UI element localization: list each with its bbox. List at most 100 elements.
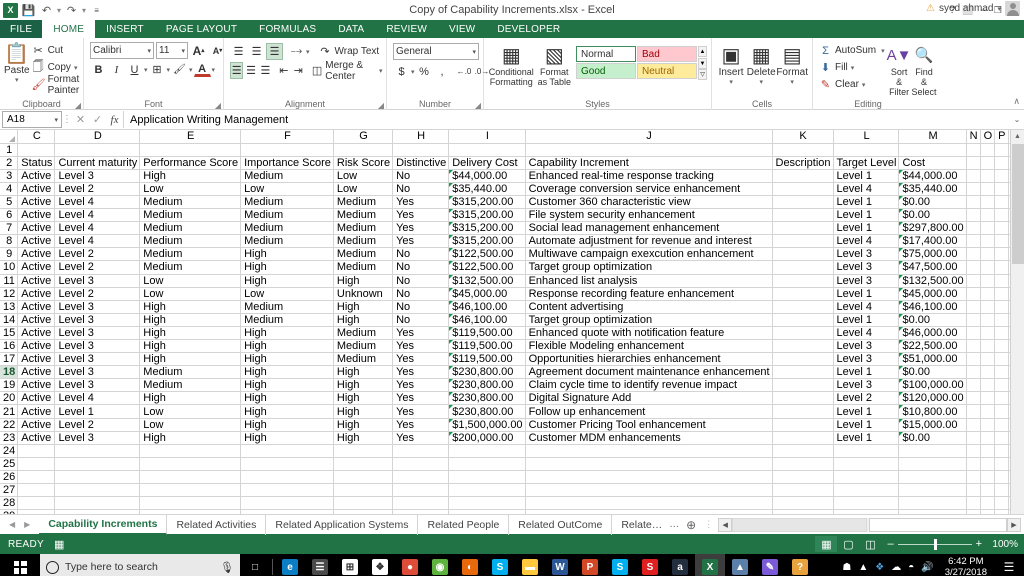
data-cell[interactable] — [772, 287, 834, 301]
excel-icon[interactable]: X — [695, 554, 725, 576]
empty-cell[interactable] — [980, 483, 996, 498]
data-cell[interactable]: Medium — [240, 221, 334, 236]
data-cell[interactable]: Level 3 — [833, 339, 900, 354]
data-cell[interactable]: Active — [17, 234, 56, 249]
empty-cell[interactable] — [54, 470, 141, 485]
empty-cell[interactable] — [994, 234, 1009, 249]
data-cell[interactable]: High — [139, 300, 242, 314]
data-cell[interactable]: Level 2 — [54, 247, 141, 262]
onedrive-icon[interactable]: ☁ — [891, 562, 901, 573]
column-header-N[interactable]: N — [966, 130, 981, 144]
data-cell[interactable]: Coverage conversion service enhancement — [525, 182, 773, 196]
data-cell[interactable]: Medium — [333, 221, 394, 236]
data-cell[interactable]: Content advertising — [525, 300, 773, 314]
data-cell[interactable]: Level 3 — [54, 300, 141, 314]
empty-cell[interactable] — [980, 247, 996, 262]
cell-style-neutral[interactable]: Neutral — [637, 63, 697, 79]
font-color-dropdown-icon[interactable]: ▾ — [212, 66, 216, 74]
empty-cell[interactable] — [966, 365, 981, 380]
column-header-D[interactable]: D — [54, 130, 141, 144]
data-cell[interactable]: Enhanced real-time response tracking — [525, 169, 773, 183]
empty-cell[interactable] — [980, 208, 996, 223]
word-icon[interactable]: W — [545, 554, 575, 576]
data-cell[interactable]: Level 3 — [833, 260, 900, 275]
sheet-tab-related-outcome[interactable]: Related OutCome — [509, 514, 613, 535]
empty-cell[interactable] — [966, 208, 981, 223]
name-box[interactable]: A18 ▾ — [2, 111, 62, 128]
empty-cell[interactable] — [994, 195, 1009, 210]
column-header-L[interactable]: L — [833, 130, 900, 144]
empty-cell[interactable] — [980, 496, 996, 511]
data-cell[interactable]: Active — [17, 431, 56, 445]
empty-cell[interactable] — [392, 143, 450, 157]
row-header-10[interactable]: 10 — [0, 260, 19, 275]
dropbox-icon[interactable]: ❖ — [365, 554, 395, 576]
data-cell[interactable]: $122,500.00 — [448, 260, 526, 275]
header-cell[interactable]: Description — [772, 156, 834, 170]
empty-cell[interactable] — [966, 169, 981, 183]
row-header-22[interactable]: 22 — [0, 418, 19, 432]
cancel-formula-button[interactable]: ✕ — [72, 113, 89, 126]
data-cell[interactable]: Active — [17, 339, 56, 354]
clock[interactable]: 6:42 PM 3/27/2018 — [941, 556, 991, 576]
data-cell[interactable]: No — [392, 169, 450, 183]
store-icon[interactable]: ⊞ — [335, 554, 365, 576]
data-cell[interactable]: Active — [17, 326, 56, 341]
data-cell[interactable]: $119,500.00 — [448, 339, 526, 354]
data-cell[interactable]: High — [333, 391, 394, 406]
tab-formulas[interactable]: FORMULAS — [248, 20, 327, 38]
data-cell[interactable]: Active — [17, 352, 56, 367]
empty-cell[interactable] — [772, 496, 834, 511]
empty-cell[interactable] — [994, 391, 1009, 406]
orientation-button[interactable]: ⤍ — [288, 43, 305, 60]
fill-dropdown-icon[interactable]: ▾ — [851, 64, 855, 72]
zoom-track[interactable] — [897, 538, 972, 550]
data-cell[interactable]: High — [333, 274, 394, 288]
data-cell[interactable]: Active — [17, 169, 56, 183]
data-cell[interactable]: File system security enhancement — [525, 208, 773, 223]
data-cell[interactable]: Active — [17, 378, 56, 393]
data-cell[interactable]: High — [240, 418, 334, 432]
empty-cell[interactable] — [980, 431, 996, 445]
empty-cell[interactable] — [994, 339, 1009, 354]
data-cell[interactable]: Digital Signature Add — [525, 391, 773, 406]
empty-cell[interactable] — [994, 509, 1009, 514]
empty-cell[interactable] — [994, 169, 1009, 183]
empty-cell[interactable] — [980, 378, 996, 393]
data-cell[interactable]: Medium — [333, 326, 394, 341]
row-header-2[interactable]: 2 — [0, 156, 19, 170]
data-cell[interactable]: $46,000.00 — [898, 326, 967, 341]
data-cell[interactable]: $35,440.00 — [898, 182, 967, 196]
data-cell[interactable]: Medium — [333, 352, 394, 367]
row-header-25[interactable]: 25 — [0, 457, 19, 471]
header-cell[interactable]: Current maturity — [54, 156, 141, 170]
scroll-up-icon[interactable]: ▲ — [1011, 130, 1024, 144]
empty-cell[interactable] — [54, 444, 141, 458]
zoom-knob[interactable] — [933, 538, 937, 550]
data-cell[interactable]: Enhanced quote with notification feature — [525, 326, 773, 341]
data-cell[interactable]: Active — [17, 300, 56, 314]
column-header-E[interactable]: E — [139, 130, 242, 144]
data-cell[interactable]: $51,000.00 — [898, 352, 967, 367]
data-cell[interactable]: Level 3 — [833, 378, 900, 393]
data-cell[interactable]: High — [240, 391, 334, 406]
empty-cell[interactable] — [898, 483, 967, 498]
empty-cell[interactable] — [333, 496, 394, 511]
scroll-left-icon[interactable]: ◀ — [718, 517, 733, 532]
empty-cell[interactable] — [54, 496, 141, 511]
data-cell[interactable]: Level 3 — [54, 274, 141, 288]
column-header-J[interactable]: J — [525, 130, 773, 144]
microphone-icon[interactable]: 🎙 — [220, 561, 234, 574]
currency-dropdown-icon[interactable]: ▾ — [411, 68, 415, 76]
empty-cell[interactable] — [898, 444, 967, 458]
data-cell[interactable]: Multiwave campaign exexcution enhancemen… — [525, 247, 773, 262]
data-cell[interactable]: Level 3 — [833, 274, 900, 288]
data-cell[interactable]: No — [392, 313, 450, 327]
empty-cell[interactable] — [994, 365, 1009, 380]
data-cell[interactable]: $315,200.00 — [448, 221, 526, 236]
tripadvisor-icon[interactable]: ◉ — [425, 554, 455, 576]
scroll-right-icon[interactable]: ▶ — [1007, 517, 1021, 532]
empty-cell[interactable] — [980, 195, 996, 210]
empty-cell[interactable] — [139, 470, 242, 485]
empty-cell[interactable] — [17, 470, 56, 485]
